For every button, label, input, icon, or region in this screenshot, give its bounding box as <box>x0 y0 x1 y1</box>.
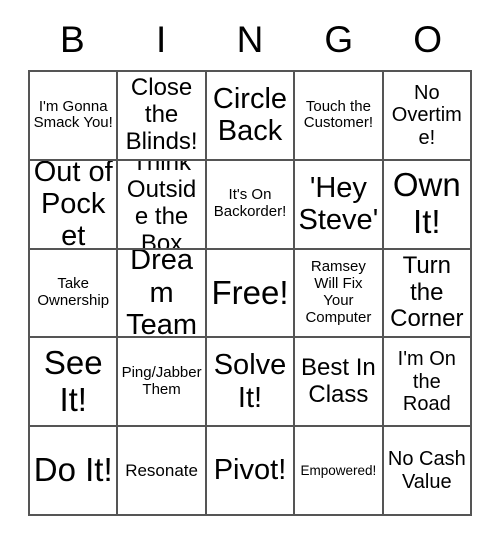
bingo-cell[interactable]: Turn the Corner <box>383 249 472 339</box>
bingo-header-letter-o: O <box>413 18 442 60</box>
bingo-cell[interactable]: See It! <box>30 338 119 428</box>
bingo-card: B I N G O I'm Gonna Smack You! Close the… <box>0 0 500 544</box>
bingo-cell[interactable]: 'Hey Steve' <box>295 160 384 250</box>
bingo-cell-label: I'm On the Road <box>397 348 456 415</box>
bingo-cell-label: Turn the Corner <box>390 251 464 333</box>
bingo-cell[interactable]: Ramsey Will Fix Your Computer <box>295 249 384 339</box>
bingo-cell[interactable]: Ping/Jabber Them <box>118 338 207 428</box>
bingo-cell-label: Own It! <box>392 166 461 241</box>
bingo-free-cell[interactable]: Free! <box>206 249 296 339</box>
bingo-cell[interactable]: Think Outside the Box <box>118 160 207 250</box>
bingo-cell[interactable]: Dream Team <box>118 249 207 339</box>
bingo-cell[interactable]: No Overtime! <box>383 72 472 161</box>
bingo-cell[interactable]: Resonate <box>118 427 207 516</box>
bingo-cell-label: Do It! <box>33 451 113 489</box>
bingo-cell-label: Solve It! <box>213 349 287 414</box>
bingo-cell-label: 'Hey Steve' <box>298 171 379 237</box>
bingo-cell-label: Ping/Jabber Them <box>121 363 202 398</box>
bingo-header-row: B I N G O <box>28 8 472 70</box>
bingo-cell-label: See It! <box>43 343 103 418</box>
bingo-cell[interactable]: Circle Back <box>206 72 296 161</box>
bingo-cell[interactable]: Touch the Customer! <box>295 72 384 161</box>
bingo-cell[interactable]: Pivot! <box>206 427 296 516</box>
bingo-grid: I'm Gonna Smack You! Close the Blinds! C… <box>28 70 472 516</box>
bingo-cell-label: No Overtime! <box>391 81 462 149</box>
bingo-cell[interactable]: It's On Backorder! <box>206 160 296 250</box>
bingo-cell[interactable]: Close the Blinds! <box>118 72 207 161</box>
bingo-cell[interactable]: Do It! <box>30 427 119 516</box>
bingo-header-letter-n: N <box>236 18 264 60</box>
bingo-header-letter-b: B <box>60 18 85 60</box>
bingo-cell[interactable]: Out of Pocket <box>30 160 119 250</box>
bingo-cell-label: Close the Blinds! <box>125 74 198 155</box>
bingo-cell[interactable]: Solve It! <box>206 338 296 428</box>
bingo-cell[interactable]: Own It! <box>383 160 472 250</box>
bingo-cell[interactable]: Take Ownership <box>30 249 119 339</box>
bingo-cell[interactable]: Empowered! <box>295 427 384 516</box>
bingo-cell-label: Out of Pocket <box>33 160 113 250</box>
bingo-cell[interactable]: I'm Gonna Smack You! <box>30 72 119 161</box>
bingo-cell-label: I'm Gonna Smack You! <box>33 97 113 132</box>
bingo-cell-label: Empowered! <box>300 463 377 479</box>
bingo-cell-label: No Cash Value <box>387 448 466 493</box>
bingo-header-letter-i: I <box>156 18 167 60</box>
bingo-cell-label: Dream Team <box>126 249 198 339</box>
bingo-cell-label: Best In Class <box>301 353 376 408</box>
bingo-cell-label: Think Outside the Box <box>126 160 197 250</box>
bingo-cell-label: Ramsey Will Fix Your Computer <box>305 258 372 326</box>
bingo-free-label: Free! <box>211 273 289 311</box>
bingo-cell-label: Pivot! <box>213 454 287 487</box>
bingo-cell-label: Take Ownership <box>37 275 110 309</box>
bingo-cell[interactable]: I'm On the Road <box>383 338 472 428</box>
bingo-cell[interactable]: No Cash Value <box>383 427 472 516</box>
bingo-cell-label: Touch the Customer! <box>303 97 373 132</box>
bingo-cell-label: It's On Backorder! <box>213 186 287 221</box>
bingo-cell-label: Circle Back <box>212 82 288 148</box>
bingo-header-letter-g: G <box>324 18 354 60</box>
bingo-cell[interactable]: Best In Class <box>295 338 384 428</box>
bingo-cell-label: Resonate <box>125 461 198 481</box>
